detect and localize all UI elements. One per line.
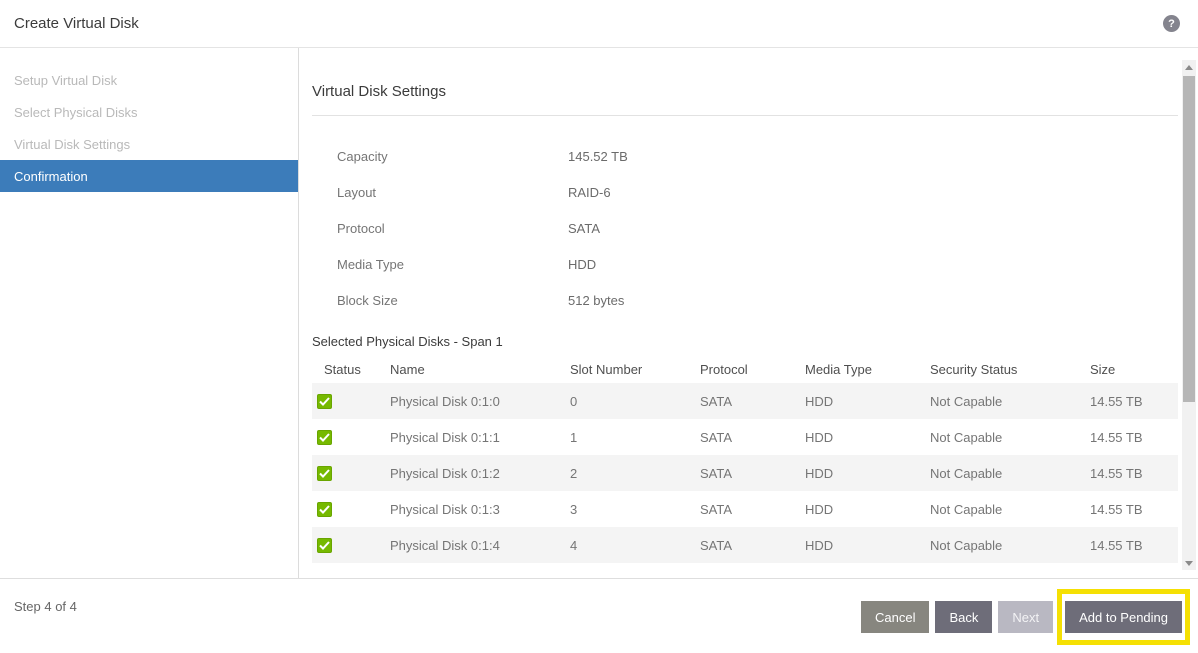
cell-name: Physical Disk 0:1:0 xyxy=(390,394,570,409)
cell-security-status: Not Capable xyxy=(930,466,1090,481)
cell-name: Physical Disk 0:1:1 xyxy=(390,430,570,445)
step-label: Virtual Disk Settings xyxy=(14,137,130,152)
scroll-up-arrow-icon[interactable] xyxy=(1182,60,1196,74)
column-header-size: Size xyxy=(1090,362,1178,377)
cancel-button[interactable]: Cancel xyxy=(861,601,929,633)
cell-slot-number: 0 xyxy=(570,394,700,409)
checkbox-checked-icon[interactable] xyxy=(317,430,332,445)
cell-size: 14.55 TB xyxy=(1090,502,1178,517)
cell-slot-number: 1 xyxy=(570,430,700,445)
setting-row: Layout RAID-6 xyxy=(312,174,1178,210)
setting-value: RAID-6 xyxy=(568,185,611,200)
cell-media-type: HDD xyxy=(805,394,930,409)
setting-value: 145.52 TB xyxy=(568,149,628,164)
cell-protocol: SATA xyxy=(700,538,805,553)
table-title: Selected Physical Disks - Span 1 xyxy=(312,334,1178,349)
setting-value: 512 bytes xyxy=(568,293,624,308)
cell-media-type: HDD xyxy=(805,430,930,445)
column-header-name: Name xyxy=(390,362,570,377)
setting-row: Block Size 512 bytes xyxy=(312,282,1178,318)
checkbox-checked-icon[interactable] xyxy=(317,502,332,517)
cell-media-type: HDD xyxy=(805,538,930,553)
table-row: Physical Disk 0:1:0 0 SATA HDD Not Capab… xyxy=(312,383,1178,419)
setting-row: Protocol SATA xyxy=(312,210,1178,246)
cell-size: 14.55 TB xyxy=(1090,394,1178,409)
virtual-disk-settings-summary: Capacity 145.52 TB Layout RAID-6 Protoco… xyxy=(312,138,1178,318)
cell-security-status: Not Capable xyxy=(930,502,1090,517)
cell-security-status: Not Capable xyxy=(930,394,1090,409)
column-header-status: Status xyxy=(312,362,390,377)
step-indicator: Step 4 of 4 xyxy=(14,599,77,614)
column-header-security-status: Security Status xyxy=(930,362,1090,377)
cell-protocol: SATA xyxy=(700,430,805,445)
setting-value: SATA xyxy=(568,221,600,236)
checkbox-checked-icon[interactable] xyxy=(317,466,332,481)
column-header-slot-number: Slot Number xyxy=(570,362,700,377)
wizard-footer: Step 4 of 4 Cancel Back Next Add to Pend… xyxy=(0,578,1198,653)
cell-protocol: SATA xyxy=(700,466,805,481)
cell-slot-number: 4 xyxy=(570,538,700,553)
help-icon[interactable]: ? xyxy=(1163,15,1180,32)
cell-size: 14.55 TB xyxy=(1090,466,1178,481)
cell-size: 14.55 TB xyxy=(1090,538,1178,553)
cell-media-type: HDD xyxy=(805,502,930,517)
cell-security-status: Not Capable xyxy=(930,538,1090,553)
setting-label: Layout xyxy=(312,185,568,200)
wizard-steps-sidebar: Setup Virtual Disk Select Physical Disks… xyxy=(0,48,299,578)
back-button[interactable]: Back xyxy=(935,601,992,633)
setting-label: Block Size xyxy=(312,293,568,308)
step-label: Setup Virtual Disk xyxy=(14,73,117,88)
next-button[interactable]: Next xyxy=(998,601,1053,633)
table-row: Physical Disk 0:1:1 1 SATA HDD Not Capab… xyxy=(312,419,1178,455)
checkbox-checked-icon[interactable] xyxy=(317,538,332,553)
table-row: Physical Disk 0:1:4 4 SATA HDD Not Capab… xyxy=(312,527,1178,563)
cell-protocol: SATA xyxy=(700,502,805,517)
section-heading: Virtual Disk Settings xyxy=(312,83,1178,100)
page-header: Create Virtual Disk ? xyxy=(0,0,1198,48)
table-row: Physical Disk 0:1:2 2 SATA HDD Not Capab… xyxy=(312,455,1178,491)
setting-row: Capacity 145.52 TB xyxy=(312,138,1178,174)
highlight-annotation: Add to Pending xyxy=(1057,589,1190,645)
checkbox-checked-icon[interactable] xyxy=(317,394,332,409)
column-header-media-type: Media Type xyxy=(805,362,930,377)
selected-physical-disks-table: Status Name Slot Number Protocol Media T… xyxy=(312,355,1178,563)
setting-value: HDD xyxy=(568,257,596,272)
cell-media-type: HDD xyxy=(805,466,930,481)
setting-row: Media Type HDD xyxy=(312,246,1178,282)
setting-label: Capacity xyxy=(312,149,568,164)
cell-name: Physical Disk 0:1:3 xyxy=(390,502,570,517)
page-title: Create Virtual Disk xyxy=(14,15,139,32)
cell-name: Physical Disk 0:1:2 xyxy=(390,466,570,481)
scrollbar-thumb[interactable] xyxy=(1183,76,1195,402)
cell-name: Physical Disk 0:1:4 xyxy=(390,538,570,553)
cell-slot-number: 3 xyxy=(570,502,700,517)
sidebar-item-virtual-disk-settings[interactable]: Virtual Disk Settings xyxy=(0,128,298,160)
confirmation-panel: Virtual Disk Settings Capacity 145.52 TB… xyxy=(312,48,1178,578)
table-row: Physical Disk 0:1:3 3 SATA HDD Not Capab… xyxy=(312,491,1178,527)
table-header-row: Status Name Slot Number Protocol Media T… xyxy=(312,355,1178,383)
divider xyxy=(312,115,1178,116)
sidebar-item-setup-virtual-disk[interactable]: Setup Virtual Disk xyxy=(0,64,298,96)
sidebar-item-confirmation[interactable]: Confirmation xyxy=(0,160,298,192)
step-label: Select Physical Disks xyxy=(14,105,138,120)
column-header-protocol: Protocol xyxy=(700,362,805,377)
cell-protocol: SATA xyxy=(700,394,805,409)
cell-size: 14.55 TB xyxy=(1090,430,1178,445)
vertical-scrollbar[interactable] xyxy=(1182,60,1196,570)
step-label: Confirmation xyxy=(14,169,88,184)
scroll-down-arrow-icon[interactable] xyxy=(1182,556,1196,570)
cell-security-status: Not Capable xyxy=(930,430,1090,445)
cell-slot-number: 2 xyxy=(570,466,700,481)
footer-buttons: Cancel Back Next Add to Pending xyxy=(861,589,1190,645)
setting-label: Media Type xyxy=(312,257,568,272)
setting-label: Protocol xyxy=(312,221,568,236)
sidebar-item-select-physical-disks[interactable]: Select Physical Disks xyxy=(0,96,298,128)
add-to-pending-button[interactable]: Add to Pending xyxy=(1065,601,1182,633)
